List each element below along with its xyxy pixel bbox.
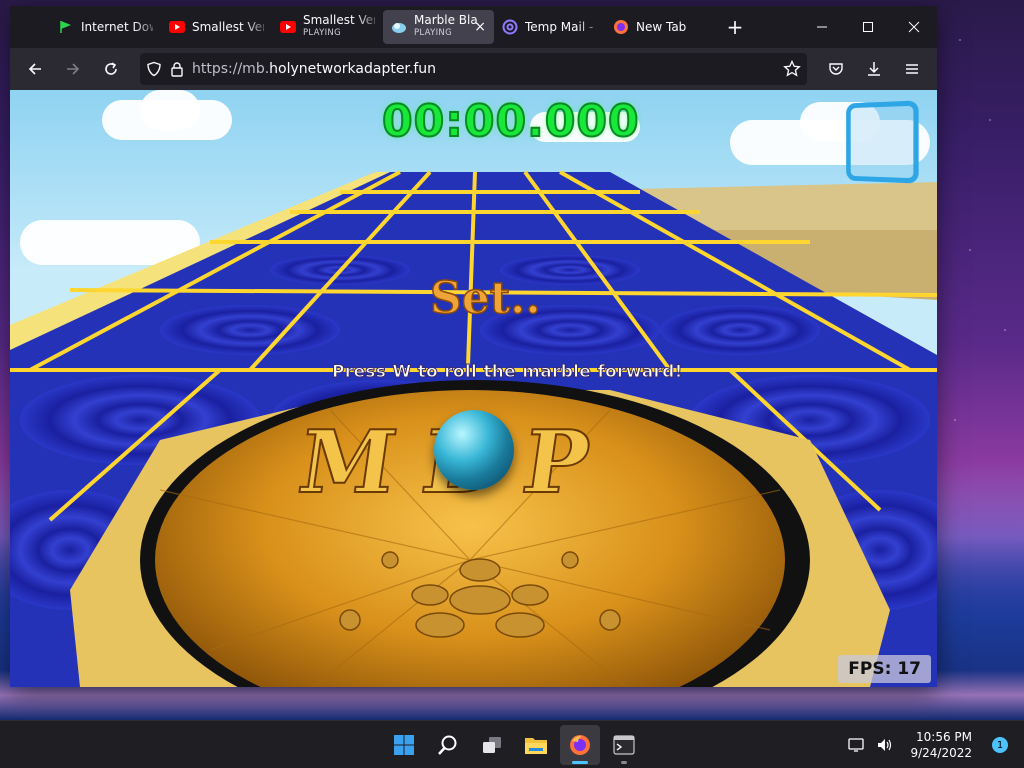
game-scene [10,170,937,687]
volume-icon[interactable] [876,737,894,753]
taskbar-apps [384,721,644,768]
notification-badge[interactable]: 1 [992,737,1008,753]
hamburger-menu-icon [906,64,918,74]
countdown-status: Set.. [429,272,541,325]
fps-counter: FPS: 17 [838,655,931,683]
tab-temp-mail[interactable]: Temp Mail - [494,10,605,44]
firefox-button[interactable] [560,725,600,765]
tab-new-tab[interactable]: New Tab [605,10,716,44]
firefox-icon [613,19,629,35]
downloads-button[interactable] [857,53,891,85]
windows-icon [394,735,414,755]
marble [434,410,514,490]
start-button[interactable] [384,725,424,765]
help-hint: Press W to roll the marble forward! [332,362,683,383]
terminal-icon [613,735,635,755]
close-tab-icon[interactable]: × [474,19,486,35]
close-icon [908,21,920,33]
search-icon [438,735,457,755]
download-icon [868,62,880,76]
maximize-button[interactable] [845,6,891,48]
back-button[interactable] [18,53,52,85]
tab-title: Marble Bla [414,14,478,27]
marble-blast-icon [391,19,407,35]
new-tab-button[interactable]: + [718,10,752,44]
address-bar[interactable]: https://mb.holynetworkadapter.fun [140,53,807,85]
pocket-button[interactable] [819,53,853,85]
reload-icon [105,62,117,75]
powerup-slot [846,100,919,184]
lock-icon [171,62,183,77]
firefox-window: Internet Dow Smallest Vers Smallest Vers… [10,6,937,687]
tracking-shield-icon [147,61,161,77]
reload-button[interactable] [94,53,128,85]
forward-button[interactable] [56,53,90,85]
search-button[interactable] [428,725,468,765]
folder-icon [525,738,547,754]
at-sign-icon [502,19,518,35]
game-canvas[interactable]: MBP 00:00.000 Set.. Press W to roll the … [10,90,937,687]
race-timer: 00:00.000 [381,95,640,148]
tab-marble-blast[interactable]: Marble Bla PLAYING × [383,10,494,44]
bookmark-star-icon[interactable] [783,60,801,78]
youtube-icon [280,19,296,35]
tab-title: New Tab [636,20,687,34]
task-view-button[interactable] [472,725,512,765]
tab-internet-download[interactable]: Internet Dow [50,10,161,44]
maximize-icon [863,22,873,32]
minimize-icon [817,26,827,28]
url-text[interactable]: https://mb.holynetworkadapter.fun [192,61,775,77]
tab-playing-label: PLAYING [414,28,452,38]
windows-taskbar: 10:56 PM 9/24/2022 1 [0,720,1024,768]
close-window-button[interactable] [891,6,937,48]
window-controls [799,6,937,48]
forward-arrow-icon [67,63,80,75]
firefox-icon [570,735,590,755]
minimize-button[interactable] [799,6,845,48]
youtube-icon [169,19,185,35]
network-icon[interactable] [848,737,866,753]
tab-youtube-2[interactable]: Smallest Vers PLAYING [272,10,383,44]
clock-date: 9/24/2022 [910,746,972,760]
clock[interactable]: 10:56 PM 9/24/2022 [910,729,972,761]
green-flag-icon [58,19,74,35]
menu-button[interactable] [895,53,929,85]
system-tray: 10:56 PM 9/24/2022 1 [848,721,1008,768]
back-arrow-icon [28,63,41,75]
pocket-icon [829,63,843,75]
file-explorer-button[interactable] [516,725,556,765]
task-view-icon [483,737,501,753]
tab-strip: Internet Dow Smallest Vers Smallest Vers… [10,6,937,48]
terminal-button[interactable] [604,725,644,765]
navigation-toolbar: https://mb.holynetworkadapter.fun [10,48,937,90]
clock-time: 10:56 PM [916,730,972,744]
tab-youtube-1[interactable]: Smallest Vers [161,10,272,44]
